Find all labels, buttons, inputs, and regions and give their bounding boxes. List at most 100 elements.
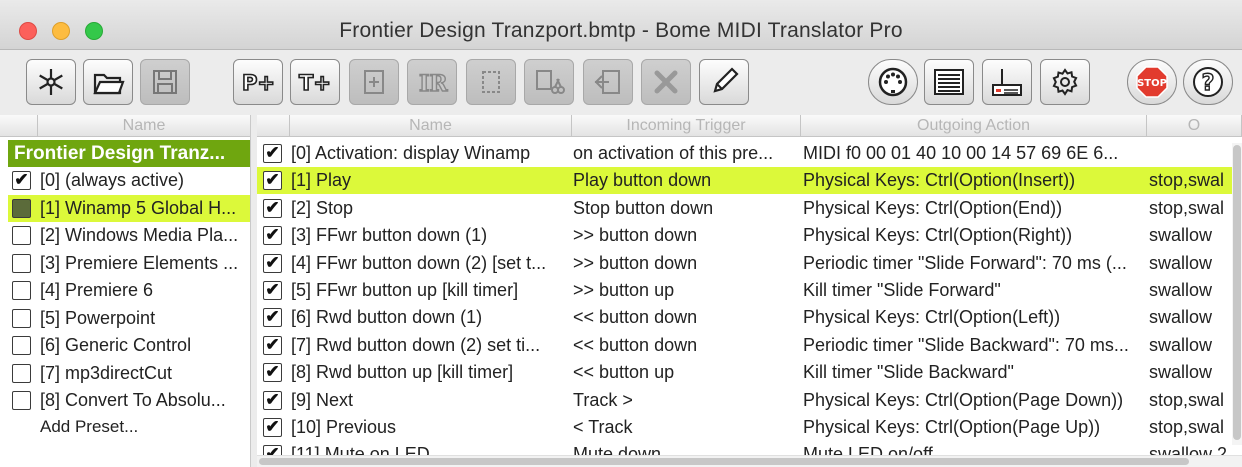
translator-checkbox[interactable]: ✔ (263, 253, 282, 273)
translator-row[interactable]: ✔ [6] Rwd button down (1) << button down Ph… (257, 304, 1242, 331)
vertical-scroll-thumb[interactable] (1233, 145, 1241, 440)
horizontal-scrollbar[interactable] (257, 455, 1242, 467)
mixer-button[interactable] (982, 59, 1032, 105)
preset-item[interactable]: [8] Convert To Absolu... (8, 387, 250, 414)
delete-button[interactable] (641, 59, 691, 105)
preset-checkbox[interactable] (12, 391, 31, 410)
preset-item[interactable]: ✔ [0] (always active) (8, 167, 250, 194)
preset-header-name[interactable]: Name (38, 115, 250, 137)
translator-options: stop,swal (1149, 389, 1225, 410)
edit-button[interactable] (699, 59, 749, 105)
paste-icon (594, 70, 620, 94)
preset-checkbox[interactable] (12, 363, 31, 383)
preset-item[interactable]: [3] Premiere Elements ... (8, 250, 250, 277)
translator-row[interactable]: ✔ [4] FFwr button down (2) [set t... >> bu… (257, 250, 1242, 277)
translator-checkbox[interactable]: ✔ (263, 281, 282, 300)
translator-row[interactable]: ✔ [2] Stop Stop button down Physical Keys: … (257, 195, 1242, 222)
translator-row[interactable]: ✔ [0] Activation: display Winamp on activa… (257, 140, 1242, 167)
preset-checkbox[interactable] (12, 253, 31, 273)
add-translator-button[interactable]: T+ (290, 59, 340, 105)
outgoing-action: Periodic timer "Slide Forward": 70 ms (.… (803, 252, 1127, 273)
preset-checkbox[interactable] (12, 226, 31, 245)
translator-row[interactable]: ✔ [1] Play Play button down Physical Keys: … (257, 167, 1242, 195)
svg-text:P+: P+ (242, 71, 275, 95)
title-bar[interactable]: Frontier Design Tranzport.bmtp - Bome MI… (0, 0, 1242, 50)
translator-checkbox[interactable]: ✔ (263, 198, 282, 218)
translator-row[interactable]: ✔ [10] Previous < Track Physical Keys: Ctrl… (257, 414, 1242, 441)
new-project-button[interactable] (26, 59, 76, 105)
outgoing-action: Physical Keys: Ctrl(Option(Insert)) (803, 170, 1076, 191)
preset-checkbox[interactable]: ✔ (12, 171, 31, 190)
preset-label: [1] Winamp 5 Global H... (40, 197, 237, 218)
translator-checkbox[interactable]: ✔ (263, 363, 282, 383)
preset-item[interactable]: [1] Winamp 5 Global H... (8, 194, 250, 222)
copy-button[interactable] (466, 59, 516, 105)
preset-checkbox[interactable] (12, 198, 31, 218)
svg-text:STOP: STOP (1137, 78, 1167, 89)
preset-label: [6] Generic Control (40, 335, 192, 355)
preset-label: [0] (always active) (40, 170, 185, 190)
translator-checkbox[interactable]: ✔ (263, 390, 282, 410)
translator-row[interactable]: ✔ [7] Rwd button down (2) set ti... << but… (257, 332, 1242, 359)
incoming-trigger: Play button down (573, 170, 712, 191)
preset-item[interactable]: [2] Windows Media Pla... (8, 222, 250, 249)
preset-item[interactable]: [4] Premiere 6 (8, 277, 250, 304)
translator-header-blank (257, 115, 290, 137)
incoming-trigger: on activation of this pre... (573, 143, 774, 163)
preset-checkbox[interactable] (12, 308, 31, 328)
translator-row[interactable]: ✔ [3] FFwr button down (1) >> button down P… (257, 222, 1242, 249)
translator-options: swallow (1149, 252, 1213, 273)
mixer-icon (992, 69, 1022, 96)
stop-button[interactable]: STOP (1127, 59, 1177, 105)
outgoing-action: Kill timer "Slide Backward" (803, 362, 1014, 383)
translator-checkbox[interactable]: ✔ (263, 418, 282, 437)
header-incoming-trigger[interactable]: Incoming Trigger (572, 115, 801, 137)
translator-row[interactable]: ✔ [9] Next Track > Physical Keys: Ctrl(Opti… (257, 387, 1242, 414)
preset-list[interactable]: Name Frontier Design Tranz... ✔ [0] (alwa… (0, 115, 251, 467)
preset-checkbox[interactable] (12, 281, 31, 300)
header-outgoing-action[interactable]: Outgoing Action (801, 115, 1147, 137)
translator-name: [1] Play (291, 170, 352, 191)
incoming-trigger: >> button down (573, 252, 698, 273)
open-button[interactable] (83, 59, 133, 105)
translator-row[interactable]: ✔ [5] FFwr button up [kill timer] >> butto… (257, 277, 1242, 304)
translator-options: swallow (1149, 225, 1213, 246)
save-button[interactable] (140, 59, 190, 105)
vertical-scrollbar[interactable] (1232, 143, 1242, 445)
translator-checkbox[interactable]: ✔ (263, 308, 282, 328)
paste-button[interactable] (583, 59, 633, 105)
event-monitor-button[interactable] (924, 59, 974, 105)
header-options[interactable]: O (1147, 115, 1242, 137)
svg-text:T+: T+ (299, 71, 331, 95)
preset-label: [4] Premiere 6 (40, 280, 154, 300)
translator-options: stop,swal (1149, 197, 1225, 218)
add-preset-item[interactable]: Add Preset... (40, 417, 138, 437)
translator-name: [4] FFwr button down (2) [set t... (291, 252, 547, 273)
event-log-icon (934, 69, 964, 95)
incoming-trigger: << button up (573, 362, 675, 383)
settings-button[interactable] (1040, 59, 1090, 105)
preset-item[interactable]: [7] mp3directCut (8, 360, 250, 387)
help-button[interactable]: ? (1183, 59, 1233, 105)
translator-row[interactable]: ✔ [8] Rwd button up [kill timer] << button… (257, 359, 1242, 386)
horizontal-scroll-thumb[interactable] (259, 458, 1189, 465)
translator-checkbox[interactable]: ✔ (263, 335, 282, 355)
project-title[interactable]: Frontier Design Tranz... (8, 140, 250, 167)
header-name[interactable]: Name (290, 115, 572, 137)
translator-options: swallow (1149, 362, 1213, 383)
preset-checkbox[interactable] (12, 336, 31, 355)
cut-button[interactable] (524, 59, 574, 105)
translator-checkbox[interactable]: ✔ (263, 171, 282, 191)
midi-ports-button[interactable] (868, 59, 918, 105)
preset-item[interactable]: [5] Powerpoint (8, 305, 250, 332)
save-icon (153, 70, 177, 94)
add-incoming-button[interactable] (349, 59, 399, 105)
preset-item[interactable]: [6] Generic Control (8, 332, 250, 359)
preset-label: [5] Powerpoint (40, 307, 156, 328)
pencil-icon (713, 67, 739, 93)
incoming-rules-button[interactable]: IR (407, 59, 457, 105)
translator-checkbox[interactable]: ✔ (263, 144, 282, 163)
add-preset-button[interactable]: P+ (233, 59, 283, 105)
translator-checkbox[interactable]: ✔ (263, 226, 282, 246)
translator-table[interactable]: Name Incoming Trigger Outgoing Action O … (257, 115, 1242, 467)
